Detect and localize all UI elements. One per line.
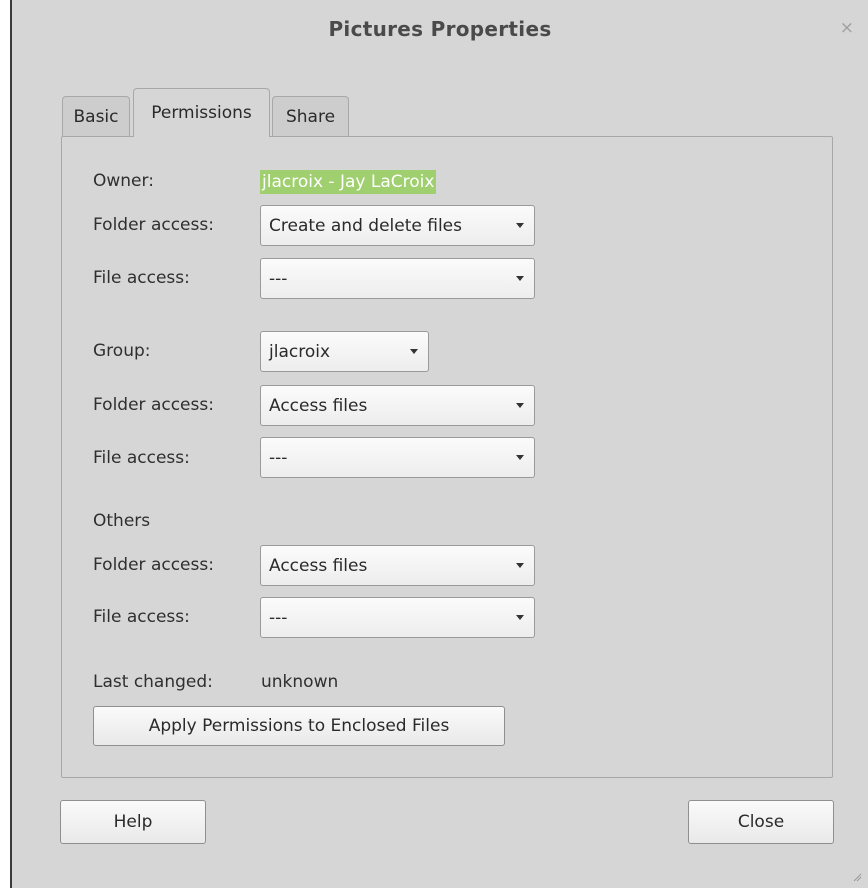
- group-file-access-value: ---: [269, 447, 288, 468]
- others-file-access-label: File access:: [93, 607, 190, 627]
- owner-folder-access-dropdown[interactable]: Create and delete files: [260, 205, 535, 246]
- group-folder-access-value: Access files: [269, 395, 368, 416]
- chevron-down-icon: [516, 562, 524, 568]
- chevron-down-icon: [410, 348, 418, 354]
- group-file-access-label: File access:: [93, 448, 190, 468]
- close-icon[interactable]: ×: [840, 20, 854, 37]
- group-label: Group:: [93, 341, 151, 361]
- owner-file-access-value: ---: [269, 268, 288, 289]
- owner-file-access-label: File access:: [93, 268, 190, 288]
- title-bar[interactable]: Pictures Properties ×: [12, 0, 868, 62]
- others-folder-access-value: Access files: [269, 555, 368, 576]
- help-button[interactable]: Help: [60, 800, 206, 844]
- tab-permissions[interactable]: Permissions: [133, 88, 270, 137]
- chevron-down-icon: [516, 454, 524, 460]
- group-dropdown[interactable]: jlacroix: [260, 331, 429, 372]
- others-folder-access-label: Folder access:: [93, 555, 214, 575]
- group-value: jlacroix: [269, 341, 331, 362]
- apply-permissions-button[interactable]: Apply Permissions to Enclosed Files: [93, 706, 505, 746]
- owner-file-access-dropdown[interactable]: ---: [260, 258, 535, 299]
- chevron-down-icon: [516, 614, 524, 620]
- group-folder-access-dropdown[interactable]: Access files: [260, 385, 535, 426]
- owner-value[interactable]: jlacroix - Jay LaCroix: [260, 170, 437, 194]
- close-button[interactable]: Close: [688, 800, 834, 844]
- owner-folder-access-value: Create and delete files: [269, 215, 462, 236]
- group-folder-access-label: Folder access:: [93, 395, 214, 415]
- last-changed-value: unknown: [261, 672, 339, 692]
- chevron-down-icon: [516, 222, 524, 228]
- chevron-down-icon: [516, 402, 524, 408]
- chevron-down-icon: [516, 275, 524, 281]
- owner-label: Owner:: [93, 171, 154, 191]
- others-file-access-dropdown[interactable]: ---: [260, 597, 535, 638]
- others-folder-access-dropdown[interactable]: Access files: [260, 545, 535, 586]
- resize-grip-icon[interactable]: [852, 872, 862, 882]
- permissions-panel: Owner: jlacroix - Jay LaCroix Folder acc…: [61, 136, 833, 778]
- window-title: Pictures Properties: [328, 17, 552, 41]
- group-file-access-dropdown[interactable]: ---: [260, 437, 535, 478]
- others-label: Others: [93, 511, 151, 531]
- properties-window: Pictures Properties × Basic Permissions …: [10, 0, 868, 888]
- tab-share[interactable]: Share: [272, 96, 349, 136]
- tab-basic[interactable]: Basic: [62, 96, 130, 136]
- last-changed-label: Last changed:: [93, 672, 213, 692]
- others-file-access-value: ---: [269, 607, 288, 628]
- owner-folder-access-label: Folder access:: [93, 215, 214, 235]
